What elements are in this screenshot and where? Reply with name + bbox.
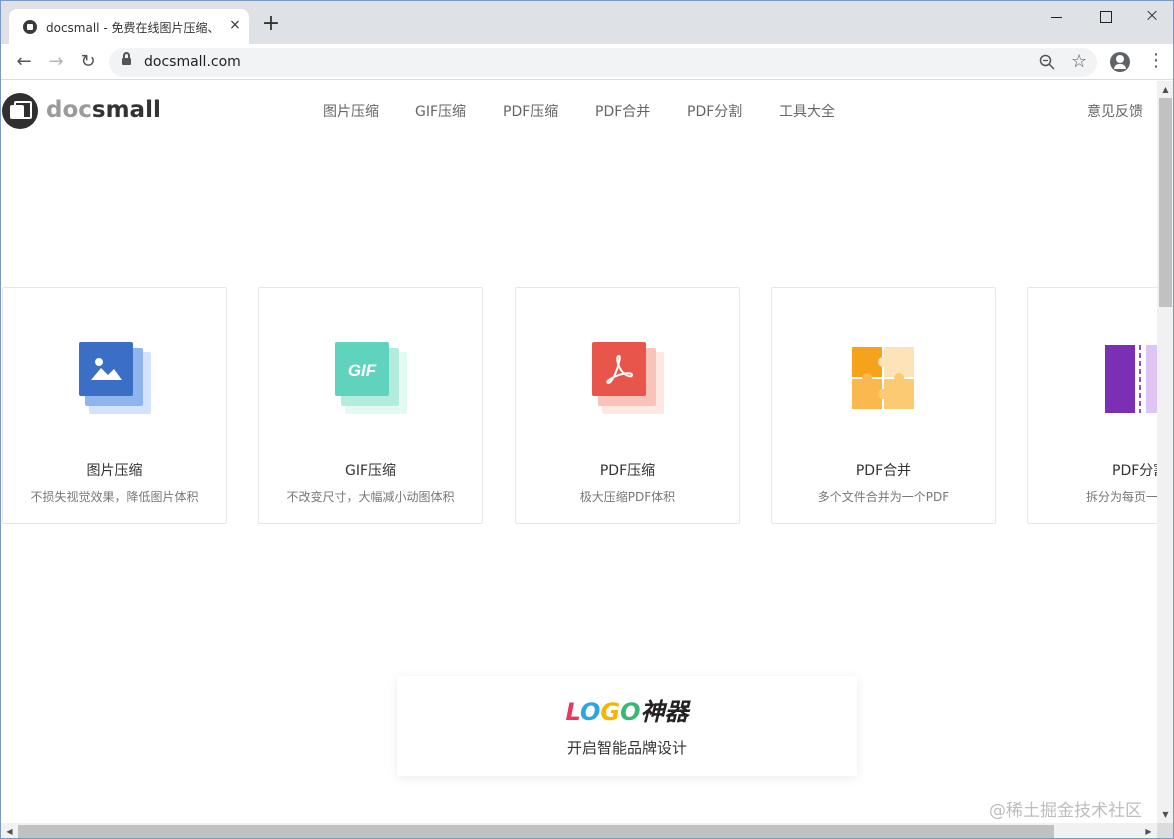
vertical-scrollbar[interactable]: ▲ ▼ xyxy=(1157,81,1173,823)
docsmall-logo-icon xyxy=(2,93,38,129)
back-button[interactable]: ← xyxy=(12,50,36,74)
zoom-icon[interactable] xyxy=(1039,54,1055,70)
forward-button[interactable]: → xyxy=(44,50,68,74)
watermark: @稀土掘金技术社区 xyxy=(989,801,1142,821)
maximize-button[interactable] xyxy=(1090,5,1120,29)
image-icon xyxy=(79,342,151,414)
nav-item-pdf-compress[interactable]: PDF压缩 xyxy=(503,101,558,121)
scroll-right-icon[interactable]: ▶ xyxy=(1140,823,1157,838)
logo-text: docsmall xyxy=(46,97,161,123)
card-desc: 不改变尺寸，大幅减小动图体积 xyxy=(286,490,455,504)
feedback-link[interactable]: 意见反馈 xyxy=(1087,101,1143,121)
tab-strip: docsmall - 免费在线图片压缩、G × + × xyxy=(1,1,1173,44)
ad-logo: LOGO神器 xyxy=(565,698,689,726)
tool-card-image-compress[interactable]: 图片压缩 不损失视觉效果，降低图片体积 xyxy=(2,287,227,524)
ad-subtitle: 开启智能品牌设计 xyxy=(566,739,687,757)
split-icon xyxy=(1105,345,1157,417)
nav-item-tools[interactable]: 工具大全 xyxy=(779,101,835,121)
tab-close-button[interactable]: × xyxy=(227,17,243,33)
favicon-icon xyxy=(23,20,37,34)
menu-kebab-icon[interactable]: ⋮ xyxy=(1147,50,1165,74)
minimize-button[interactable] xyxy=(1041,5,1071,29)
tool-card-gif-compress[interactable]: GIF GIF压缩 不改变尺寸，大幅减小动图体积 xyxy=(258,287,483,524)
card-desc: 多个文件合并为一个PDF xyxy=(817,490,950,504)
logo-shenqi-ad[interactable]: LOGO神器 开启智能品牌设计 xyxy=(397,676,857,776)
nav-item-gif-compress[interactable]: GIF压缩 xyxy=(415,101,466,121)
horizontal-scroll-thumb[interactable] xyxy=(18,825,1054,838)
new-tab-button[interactable]: + xyxy=(259,13,283,37)
scrollbar-corner xyxy=(1157,823,1173,838)
card-title: 图片压缩 xyxy=(86,463,143,479)
horizontal-scrollbar[interactable]: ◀ ▶ xyxy=(1,823,1157,838)
browser-tab[interactable]: docsmall - 免费在线图片压缩、G × xyxy=(9,9,249,44)
address-bar[interactable]: docsmall.com ☆ xyxy=(109,48,1097,77)
pdf-icon xyxy=(592,342,664,414)
scroll-left-icon[interactable]: ◀ xyxy=(1,823,18,838)
gif-icon: GIF xyxy=(335,342,407,414)
tool-card-pdf-merge[interactable]: PDF合并 多个文件合并为一个PDF xyxy=(771,287,996,524)
lock-icon xyxy=(122,52,131,67)
nav-item-pdf-split[interactable]: PDF分割 xyxy=(687,101,742,121)
url-text[interactable]: docsmall.com xyxy=(144,54,241,70)
nav-item-pdf-merge[interactable]: PDF合并 xyxy=(595,101,650,121)
card-desc: 极大压缩PDF体积 xyxy=(579,490,676,504)
vertical-scroll-thumb[interactable] xyxy=(1159,98,1172,307)
card-title: PDF合并 xyxy=(855,463,912,479)
tool-card-pdf-compress[interactable]: PDF压缩 极大压缩PDF体积 xyxy=(515,287,740,524)
window-close-button[interactable]: × xyxy=(1137,5,1167,29)
scroll-up-icon[interactable]: ▲ xyxy=(1157,81,1173,98)
nav-item-image-compress[interactable]: 图片压缩 xyxy=(323,101,379,121)
page-content: docsmall 图片压缩 GIF压缩 PDF压缩 PDF合并 PDF分割 工具… xyxy=(1,81,1157,823)
profile-avatar-icon[interactable] xyxy=(1110,52,1130,72)
browser-toolbar: ← → ↻ docsmall.com ☆ ⋮ xyxy=(1,44,1173,80)
card-title: PDF分割 xyxy=(1112,463,1157,479)
tool-card-pdf-split[interactable]: PDF分割 拆分为每页一 xyxy=(1027,287,1157,524)
reload-button[interactable]: ↻ xyxy=(76,50,100,74)
scroll-down-icon[interactable]: ▼ xyxy=(1157,806,1173,823)
card-title: PDF压缩 xyxy=(599,463,656,479)
card-title: GIF压缩 xyxy=(344,463,397,479)
svg-text:GIF: GIF xyxy=(348,361,377,380)
bookmark-star-icon[interactable]: ☆ xyxy=(1071,51,1087,72)
browser-window: docsmall - 免费在线图片压缩、G × + × ← → ↻ docsma… xyxy=(0,0,1174,839)
puzzle-icon xyxy=(852,347,924,419)
card-desc: 不损失视觉效果，降低图片体积 xyxy=(30,490,199,504)
tab-title: docsmall - 免费在线图片压缩、G xyxy=(46,21,218,35)
card-desc: 拆分为每页一 xyxy=(1086,490,1157,504)
